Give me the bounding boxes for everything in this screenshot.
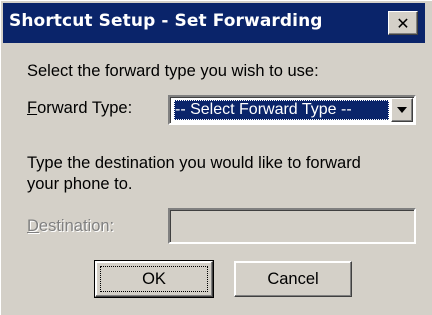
destination-label: Destination:	[27, 217, 114, 236]
destination-field[interactable]	[168, 208, 416, 244]
forward-type-select[interactable]: -- Select Forward Type --	[168, 95, 416, 125]
forward-type-label: Forward Type:	[27, 99, 132, 118]
forward-type-label-text: orward Type:	[37, 99, 133, 117]
window-title: Shortcut Setup - Set Forwarding	[9, 11, 323, 31]
forward-type-mnemonic: F	[27, 99, 38, 117]
destination-prompt-line1: Type the destination you would like to f…	[27, 154, 361, 172]
destination-prompt-line2: your phone to.	[27, 175, 133, 193]
title-bar[interactable]: Shortcut Setup - Set Forwarding ✕	[3, 3, 425, 43]
chevron-down-icon[interactable]	[391, 98, 413, 122]
destination-mnemonic: D	[27, 217, 39, 235]
ok-button[interactable]: OK	[94, 260, 214, 298]
forward-type-selected-value: -- Select Forward Type --	[174, 100, 389, 120]
set-forwarding-dialog: Shortcut Setup - Set Forwarding ✕ Select…	[0, 0, 432, 315]
destination-label-text: estination:	[38, 217, 115, 235]
close-icon: ✕	[396, 13, 410, 33]
cancel-button[interactable]: Cancel	[234, 261, 352, 297]
close-button[interactable]: ✕	[388, 11, 418, 35]
forward-type-prompt: Select the forward type you wish to use:	[27, 62, 319, 80]
